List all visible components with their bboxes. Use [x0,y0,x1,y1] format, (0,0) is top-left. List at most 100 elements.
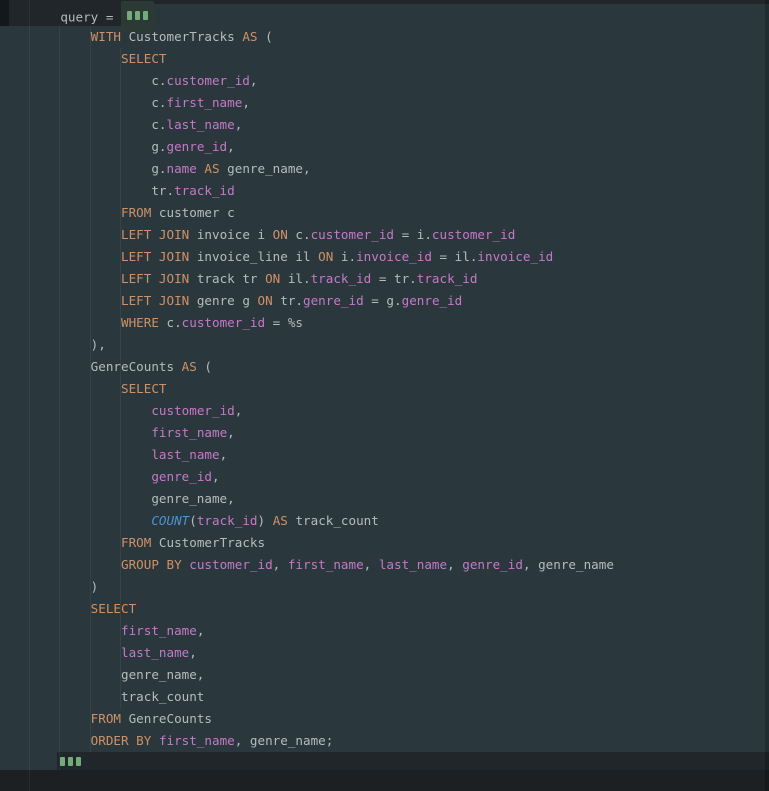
code-token-default-text [30,623,121,638]
code-line: first_name, [30,422,769,444]
code-token-default-text: genre g [189,293,257,308]
code-token-column-identifier: customer_id [189,557,272,572]
code-token-sql-function-italic: COUNT [151,513,189,528]
code-token-column-identifier: customer_id [166,73,249,88]
code-token-default-text: ) [30,579,98,594]
code-token-default-text: GenreCounts [121,711,212,726]
code-line: WITH CustomerTracks AS ( [30,26,769,48]
code-token-default-text [30,249,121,264]
code-line: SELECT [30,378,769,400]
code-token-default-text: genre_name, [220,161,311,176]
code-token-default-text: , [273,557,288,572]
code-line: customer_id, [30,400,769,422]
code-token-column-identifier: invoice_id [477,249,553,264]
code-token-default-text [30,271,121,286]
code-line: ), [30,334,769,356]
code-token-default-text: , [242,95,250,110]
code-token-default-text [30,51,121,66]
code-token-sql-keyword: ON [273,227,288,242]
code-token-default-text: c. [30,117,166,132]
code-token-sql-keyword: ORDER BY [91,733,152,748]
code-line: LEFT JOIN invoice_line il ON i.invoice_i… [30,246,769,268]
code-token-column-identifier: track_id [197,513,258,528]
code-token-default-text: ( [258,29,273,44]
quote-glyph [76,757,81,766]
code-token-column-identifier: customer_id [432,227,515,242]
code-token-default-text: GenreCounts [30,359,182,374]
code-token-default-text: , [235,403,243,418]
code-token-default-text [30,205,121,220]
quote-glyph [135,11,140,20]
code-token-column-identifier: customer_id [311,227,394,242]
code-line: track_count [30,686,769,708]
code-token-column-identifier: last_name [151,447,219,462]
code-token-default-text: genre_name, [30,491,235,506]
code-line: SELECT [30,598,769,620]
code-token-default-text: , [227,425,235,440]
code-token-default-text: g. [30,139,166,154]
code-line: query = [30,4,769,26]
code-token-default-text: , [189,645,197,660]
code-token-default-text: tr. [273,293,303,308]
scrollbar-track[interactable] [765,0,769,791]
code-token-sql-keyword: FROM [121,535,151,550]
code-token-default-text: c. [159,315,182,330]
code-line: c.customer_id, [30,70,769,92]
code-token-default-text: , [364,557,379,572]
code-token-column-identifier: genre_id [402,293,463,308]
code-token-default-text [30,227,121,242]
code-line: ORDER BY first_name, genre_name; [30,730,769,752]
code-token-column-identifier: first_name [121,623,197,638]
code-editor-window: { "editor": { "description": "Python fil… [0,0,769,791]
code-token-default-text: , [227,139,235,154]
code-token-default-text [30,557,121,572]
code-token-default-text: CustomerTracks [121,29,242,44]
code-token-default-text [30,29,91,44]
code-token-column-identifier: track_id [417,271,478,286]
code-token-column-identifier: first_name [159,733,235,748]
quote-glyph [143,11,148,20]
code-token-sql-keyword: LEFT JOIN [121,249,189,264]
code-token-default-text [30,711,91,726]
code-token-default-text: ) [258,513,273,528]
code-token-default-text [30,315,121,330]
code-token-default-text: invoice i [189,227,272,242]
code-token-default-text: , [250,73,258,88]
code-token-default-text [151,733,159,748]
code-line: COUNT(track_id) AS track_count [30,510,769,532]
code-token-column-identifier: genre_id [151,469,212,484]
code-line: LEFT JOIN track tr ON il.track_id = tr.t… [30,268,769,290]
code-token-column-identifier: first_name [166,95,242,110]
code-token-default-text: il. [280,271,310,286]
code-token-default-text: tr. [30,183,174,198]
code-token-column-identifier: first_name [151,425,227,440]
code-token-default-text: c. [30,73,166,88]
code-token-column-identifier: track_id [311,271,372,286]
code-token-default-text: c. [30,95,166,110]
code-token-column-identifier: last_name [121,645,189,660]
code-token-default-text [30,645,121,660]
code-token-column-identifier: first_name [288,557,364,572]
code-token-default-text [30,513,151,528]
code-token-default-text: = g. [364,293,402,308]
code-token-sql-keyword: AS [242,29,257,44]
code-token-sql-keyword: LEFT JOIN [121,293,189,308]
code-token-sql-keyword: AS [182,359,197,374]
code-token-default-text [30,535,121,550]
code-token-default-text: ( [197,359,212,374]
code-token-default-text: track_count [30,689,204,704]
code-token-column-identifier: name [166,161,196,176]
code-token-sql-keyword: WHERE [121,315,159,330]
code-line: last_name, [30,444,769,466]
code-token-sql-keyword: WITH [91,29,121,44]
code-line: c.last_name, [30,114,769,136]
code-line: first_name, [30,620,769,642]
code-token-default-text: ), [30,337,106,352]
code-token-default-text: , [212,469,220,484]
code-line: LEFT JOIN invoice i ON c.customer_id = i… [30,224,769,246]
code-token-sql-keyword: ON [265,271,280,286]
code-line: WHERE c.customer_id = %s [30,312,769,334]
code-token-sql-keyword: FROM [91,711,121,726]
code-area[interactable]: query = WITH CustomerTracks AS ( SELECT … [30,4,769,774]
code-token-default-text: , genre_name; [235,733,334,748]
